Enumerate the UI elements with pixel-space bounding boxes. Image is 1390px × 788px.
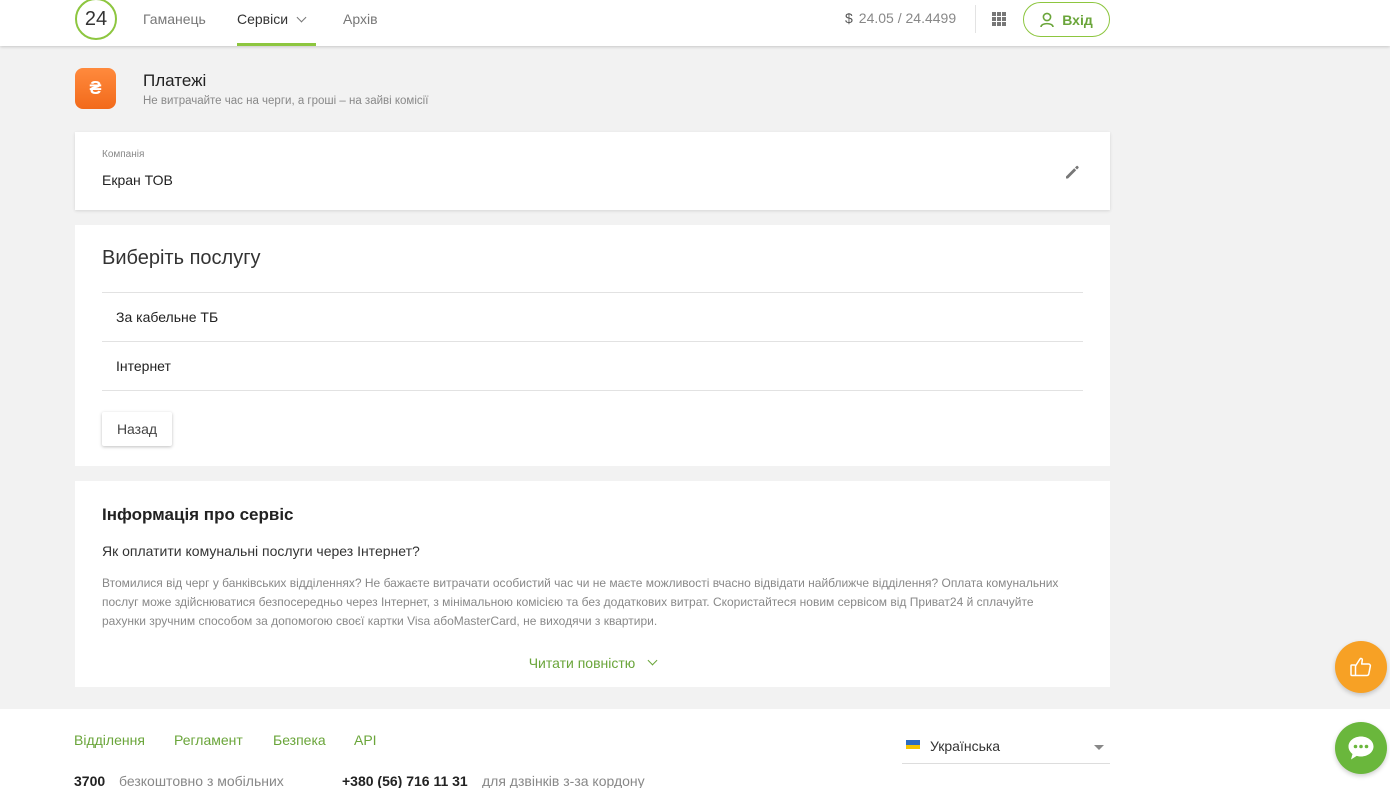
footer-link-api[interactable]: API <box>354 732 377 748</box>
currency-symbol: $ <box>845 10 853 26</box>
exchange-rate[interactable]: $24.05 / 24.4499 <box>845 10 956 26</box>
chevron-down-icon <box>296 12 307 23</box>
nav-archive[interactable]: Архів <box>343 10 378 28</box>
footer-link-branches[interactable]: Відділення <box>74 732 145 748</box>
thumbs-up-icon <box>1350 657 1372 677</box>
service-option-internet[interactable]: Інтернет <box>116 358 171 374</box>
phone-note-short: безкоштовно з мобільних <box>119 773 284 788</box>
apps-grid-icon[interactable] <box>992 12 1006 26</box>
feedback-like-button[interactable] <box>1335 641 1387 693</box>
info-text: Втомилися від черг у банківських відділе… <box>102 576 1059 628</box>
hryvnia-icon: ₴ <box>75 68 116 109</box>
company-label: Компанія <box>102 149 145 160</box>
phone-number-short[interactable]: 3700 <box>74 773 105 788</box>
pencil-icon[interactable] <box>1063 163 1081 181</box>
read-more-button[interactable]: Читати повністю <box>75 639 1110 687</box>
nav-services[interactable]: Сервіси <box>237 10 307 28</box>
service-option-cable-tv[interactable]: За кабельне ТБ <box>116 309 218 325</box>
divider <box>102 292 1083 293</box>
divider <box>102 341 1083 342</box>
read-more-label: Читати повністю <box>528 655 636 671</box>
login-label: Вхід <box>1062 11 1093 28</box>
phone-number-intl[interactable]: +380 (56) 716 11 31 <box>342 773 468 788</box>
exchange-rate-value: 24.05 / 24.4499 <box>858 10 957 26</box>
chat-bubble-icon <box>1348 736 1374 760</box>
nav-wallet[interactable]: Гаманець <box>143 10 206 28</box>
footer-link-security[interactable]: Безпека <box>273 732 326 748</box>
privat24-logo[interactable]: 24 <box>75 0 117 40</box>
language-select[interactable]: Українська <box>902 732 1110 764</box>
page-subtitle: Не витрачайте час на черги, а гроші – на… <box>143 95 429 107</box>
header-divider <box>975 5 976 33</box>
phone-note-intl: для дзвінків з-за кордону <box>482 773 645 788</box>
caret-down-icon <box>1094 745 1104 750</box>
footer: Відділення Регламент Безпека API 3700 бе… <box>0 709 1390 788</box>
service-select-title: Виберіть послугу <box>102 247 261 269</box>
language-selected-value: Українська <box>930 738 1001 754</box>
page-title: Платежі <box>143 71 207 90</box>
company-card: Компанія Екран ТОВ <box>75 132 1110 210</box>
top-header: 24 Гаманець Сервіси Архів $24.05 / 24.44… <box>0 0 1390 46</box>
active-nav-indicator <box>237 43 316 46</box>
ukraine-flag-icon <box>906 740 920 749</box>
nav-services-label: Сервіси <box>237 11 289 27</box>
back-button[interactable]: Назад <box>102 412 172 446</box>
user-icon <box>1040 12 1055 27</box>
chevron-down-icon <box>647 655 658 665</box>
chat-button[interactable] <box>1335 722 1387 774</box>
service-info-card: Інформація про сервіс Як оплатити комуна… <box>75 481 1110 687</box>
footer-link-regulations[interactable]: Регламент <box>174 732 243 748</box>
login-button[interactable]: Вхід <box>1023 2 1110 37</box>
company-value: Екран ТОВ <box>102 172 173 188</box>
info-question: Як оплатити комунальні послуги через Інт… <box>102 543 420 559</box>
info-title: Інформація про сервіс <box>102 505 294 524</box>
divider <box>102 390 1083 391</box>
service-select-card: Виберіть послугу За кабельне ТБ Інтернет… <box>75 225 1110 466</box>
